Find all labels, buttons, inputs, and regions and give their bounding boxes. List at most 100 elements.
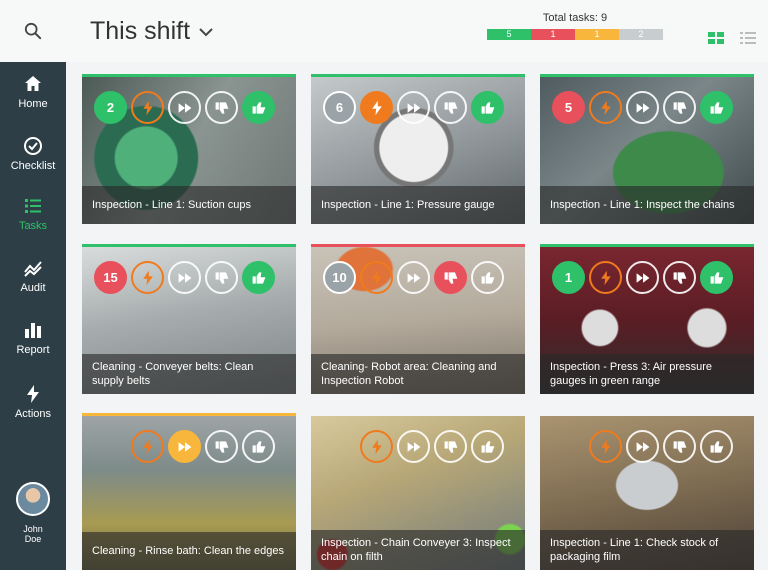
thumbs-up-icon xyxy=(252,101,265,114)
thumbs-up-button[interactable] xyxy=(700,91,733,124)
nav-item-report[interactable]: Report xyxy=(0,308,66,368)
lightning-button[interactable] xyxy=(360,91,393,124)
home-icon xyxy=(25,76,41,91)
nav-item-audit[interactable]: Audit xyxy=(0,246,66,306)
audit-chart-icon xyxy=(24,261,42,277)
task-card[interactable]: 6 Inspection - Line 1: Pressure gauge xyxy=(311,74,525,224)
thumbs-down-button[interactable] xyxy=(663,261,696,294)
fast-forward-icon xyxy=(407,272,420,283)
lightning-button[interactable] xyxy=(360,261,393,294)
thumbs-up-icon xyxy=(481,440,494,453)
task-card[interactable]: Inspection - Line 1: Check stock of pack… xyxy=(540,413,754,570)
lightning-button[interactable] xyxy=(589,430,622,463)
thumbs-down-button[interactable] xyxy=(663,91,696,124)
user-name: John Doe xyxy=(23,524,43,544)
thumbs-up-icon xyxy=(252,440,265,453)
thumbs-up-button[interactable] xyxy=(700,430,733,463)
list-view-icon[interactable] xyxy=(740,32,756,44)
issue-count-badge[interactable]: 10 xyxy=(323,261,356,294)
lightning-icon xyxy=(371,439,382,454)
thumbs-down-button[interactable] xyxy=(434,261,467,294)
fast-forward-icon xyxy=(178,102,191,113)
skip-button[interactable] xyxy=(168,430,201,463)
thumbs-down-button[interactable] xyxy=(434,430,467,463)
skip-button[interactable] xyxy=(626,430,659,463)
task-card[interactable]: Inspection - Chain Conveyer 3: Inspect c… xyxy=(311,413,525,570)
thumbs-down-icon xyxy=(444,101,457,114)
action-buttons xyxy=(323,430,504,463)
task-title: Cleaning - Conveyer belts: Clean supply … xyxy=(82,354,296,394)
header: This shift Total tasks: 9 5 1 1 2 xyxy=(66,0,768,62)
action-buttons: 2 xyxy=(94,91,275,124)
fast-forward-icon xyxy=(407,102,420,113)
nav-item-actions[interactable]: Actions xyxy=(0,372,66,432)
user-profile[interactable]: John Doe xyxy=(0,482,66,562)
thumbs-down-button[interactable] xyxy=(434,91,467,124)
skip-button[interactable] xyxy=(626,261,659,294)
fast-forward-icon xyxy=(178,272,191,283)
skip-button[interactable] xyxy=(168,91,201,124)
issue-count-badge[interactable]: 6 xyxy=(323,91,356,124)
action-buttons: 1 xyxy=(552,261,733,294)
fast-forward-icon xyxy=(636,441,649,452)
task-card[interactable]: 5 Inspection - Line 1: Inspect the chain… xyxy=(540,74,754,224)
lightning-button[interactable] xyxy=(131,430,164,463)
grid-view-icon[interactable] xyxy=(708,32,724,44)
task-card[interactable]: 2 Inspection - Line 1: Suction cups xyxy=(82,74,296,224)
task-card[interactable]: 15 Cleaning - Conveyer belts: Clean supp… xyxy=(82,244,296,394)
thumbs-up-button[interactable] xyxy=(242,430,275,463)
thumbs-up-icon xyxy=(710,101,723,114)
nav-item-home[interactable]: Home xyxy=(0,62,66,122)
nav-label-audit: Audit xyxy=(20,282,46,294)
search-icon xyxy=(24,22,42,40)
task-card[interactable]: 10 Cleaning- Robot area: Cleaning and In… xyxy=(311,244,525,394)
lightning-icon xyxy=(600,100,611,115)
nav-label-tasks: Tasks xyxy=(18,220,48,232)
task-title: Inspection - Press 3: Air pressure gauge… xyxy=(540,354,754,394)
lightning-button[interactable] xyxy=(131,91,164,124)
issue-count-badge[interactable]: 2 xyxy=(94,91,127,124)
view-toggle xyxy=(708,32,756,44)
thumbs-up-button[interactable] xyxy=(242,261,275,294)
task-title: Inspection - Line 1: Pressure gauge xyxy=(311,186,525,224)
thumbs-down-button[interactable] xyxy=(205,261,238,294)
skip-button[interactable] xyxy=(397,430,430,463)
task-title: Inspection - Line 1: Suction cups xyxy=(82,186,296,224)
search-button[interactable] xyxy=(0,0,66,62)
shift-selector[interactable]: This shift xyxy=(90,17,214,46)
thumbs-up-button[interactable] xyxy=(471,261,504,294)
lightning-button[interactable] xyxy=(360,430,393,463)
nav-label-report: Report xyxy=(16,344,50,356)
task-card[interactable]: 1 Inspection - Press 3: Air pressure gau… xyxy=(540,244,754,394)
thumbs-up-button[interactable] xyxy=(471,91,504,124)
thumbs-down-button[interactable] xyxy=(205,91,238,124)
action-buttons xyxy=(552,430,733,463)
task-list-icon xyxy=(25,199,41,213)
task-title: Inspection - Chain Conveyer 3: Inspect c… xyxy=(311,530,525,570)
thumbs-up-button[interactable] xyxy=(700,261,733,294)
status-count-done: 5 xyxy=(487,29,531,40)
page-title: This shift xyxy=(90,17,191,45)
skip-button[interactable] xyxy=(168,261,201,294)
lightning-icon xyxy=(142,439,153,454)
skip-button[interactable] xyxy=(397,91,430,124)
nav-item-tasks[interactable]: Tasks xyxy=(0,184,66,244)
lightning-button[interactable] xyxy=(589,91,622,124)
skip-button[interactable] xyxy=(626,91,659,124)
nav-item-checklist[interactable]: Checklist xyxy=(0,124,66,184)
skip-button[interactable] xyxy=(397,261,430,294)
issue-count-badge[interactable]: 5 xyxy=(552,91,585,124)
lightning-button[interactable] xyxy=(131,261,164,294)
thumbs-up-button[interactable] xyxy=(242,91,275,124)
task-card[interactable]: Cleaning - Rinse bath: Clean the edges xyxy=(82,413,296,570)
lightning-icon xyxy=(142,100,153,115)
action-buttons: 5 xyxy=(552,91,733,124)
thumbs-up-button[interactable] xyxy=(471,430,504,463)
issue-count-badge[interactable]: 1 xyxy=(552,261,585,294)
issue-count-badge[interactable]: 15 xyxy=(94,261,127,294)
thumbs-down-button[interactable] xyxy=(663,430,696,463)
status-count-skipped: 1 xyxy=(575,29,619,40)
thumbs-down-button[interactable] xyxy=(205,430,238,463)
thumbs-up-icon xyxy=(481,101,494,114)
lightning-button[interactable] xyxy=(589,261,622,294)
